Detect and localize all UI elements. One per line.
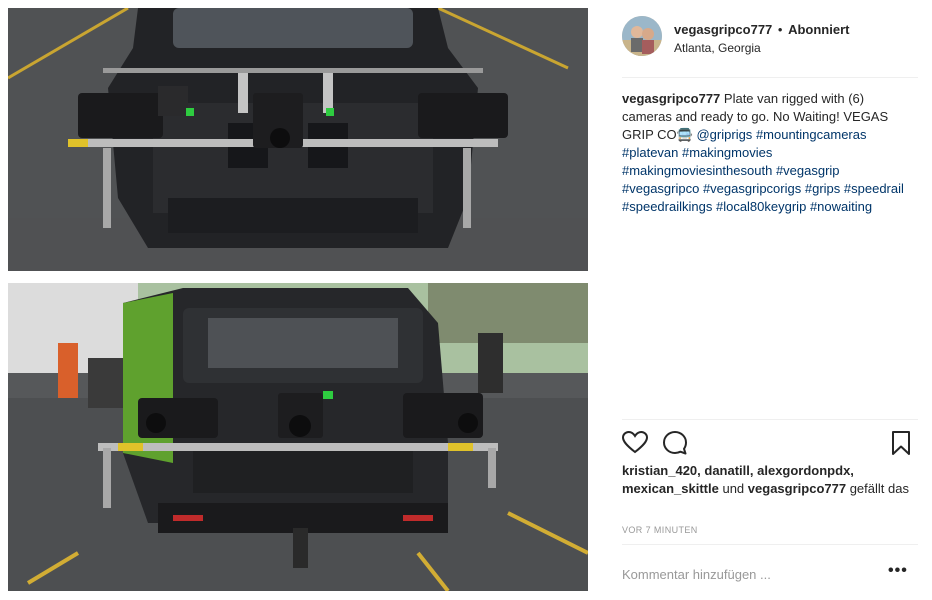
hashtag-link[interactable]: #nowaiting: [810, 199, 872, 214]
hashtag-link[interactable]: #local80keygrip: [716, 199, 806, 214]
profile-photo-icon: [622, 16, 662, 56]
post-side-panel: vegasgripco777 • Abonniert Atlanta, Geor…: [610, 0, 922, 600]
location-link[interactable]: Atlanta, Georgia: [674, 41, 761, 55]
plate-van-front-rig-photo[interactable]: [8, 8, 588, 271]
hashtag-link[interactable]: #vegasgripco: [622, 181, 699, 196]
bookmark-icon[interactable]: [888, 430, 914, 456]
likers-list[interactable]: kristian_420, danatill, alexgordonpdx,: [622, 463, 854, 478]
post-header: vegasgripco777 • Abonniert Atlanta, Geor…: [622, 16, 918, 78]
likes-summary: kristian_420, danatill, alexgordonpdx, m…: [622, 462, 912, 498]
hashtag-link[interactable]: #vegasgrip: [776, 163, 840, 178]
likes-suffix: gefällt das: [849, 481, 909, 496]
plate-van-rear-rig-photo[interactable]: [8, 283, 588, 591]
follow-state-button[interactable]: Abonniert: [788, 22, 849, 37]
header-separator: •: [777, 22, 783, 37]
liker-link[interactable]: mexican_skittle: [622, 481, 719, 496]
bus-emoji-icon: 🚍: [676, 127, 693, 142]
hashtag-link[interactable]: #platevan: [622, 145, 678, 160]
hashtag-link[interactable]: #mountingcameras: [756, 127, 867, 142]
header-line: vegasgripco777 • Abonniert: [674, 22, 849, 37]
action-bar: [622, 419, 918, 461]
liker-link[interactable]: vegasgripco777: [748, 481, 846, 496]
hashtag-link[interactable]: #speedrail: [844, 181, 904, 196]
hashtag-link[interactable]: #makingmovies: [682, 145, 772, 160]
comment-input[interactable]: [622, 559, 872, 589]
heart-icon[interactable]: [622, 430, 648, 456]
caption-username-link[interactable]: vegasgripco777: [622, 91, 720, 106]
mention-link[interactable]: @griprigs: [696, 127, 752, 142]
more-options-icon[interactable]: •••: [888, 563, 912, 583]
post-timestamp[interactable]: VOR 7 MINUTEN: [622, 525, 698, 535]
comment-icon[interactable]: [662, 430, 688, 456]
post-caption: vegasgripco777 Plate van rigged with (6)…: [622, 90, 914, 216]
likes-connector: und: [722, 481, 745, 496]
post-media: [8, 8, 588, 591]
avatar[interactable]: [622, 16, 662, 56]
hashtag-link[interactable]: #grips: [805, 181, 840, 196]
hashtag-link[interactable]: #speedrailkings: [622, 199, 712, 214]
header-username-link[interactable]: vegasgripco777: [674, 22, 772, 37]
comment-bar: •••: [622, 544, 918, 600]
hashtag-link[interactable]: #vegasgripcorigs: [703, 181, 801, 196]
hashtag-link[interactable]: #makingmoviesinthesouth: [622, 163, 772, 178]
